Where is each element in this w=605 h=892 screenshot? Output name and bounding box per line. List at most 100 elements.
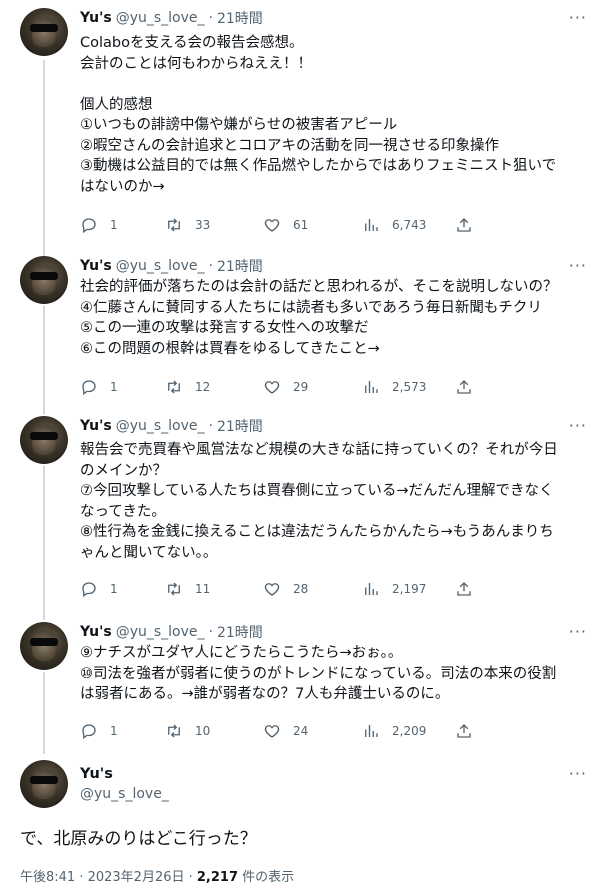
- tweet-timestamp[interactable]: 21時間: [217, 622, 263, 642]
- avatar[interactable]: [20, 416, 68, 464]
- tweet-actions: 1 12 29 2,573: [80, 377, 585, 397]
- more-options-icon[interactable]: ···: [569, 764, 587, 783]
- separator-dot: ·: [208, 418, 213, 434]
- views-button[interactable]: 2,209: [362, 722, 455, 740]
- like-button[interactable]: 29: [263, 378, 362, 396]
- analytics-icon: [365, 724, 378, 737]
- tweet[interactable]: ··· Yu's @yu_s_love_ · 21時間 ⑨ナチスがユダヤ人にどう…: [0, 622, 605, 741]
- views-label: 件の表示: [238, 870, 295, 885]
- views-button[interactable]: 2,573: [362, 378, 455, 396]
- user-handle[interactable]: @yu_s_love_: [80, 786, 169, 802]
- share-button[interactable]: [455, 216, 473, 234]
- display-name[interactable]: Yu's: [80, 10, 112, 26]
- avatar[interactable]: [20, 8, 68, 56]
- views-count: 2,209: [392, 723, 427, 738]
- share-icon: [457, 218, 471, 232]
- analytics-icon: [365, 583, 378, 595]
- more-options-icon[interactable]: ···: [569, 416, 587, 435]
- tweet-timestamp[interactable]: 21時間: [217, 8, 263, 28]
- views-button[interactable]: 6,743: [362, 216, 455, 234]
- tweet-text: 社会的評価が落ちたのは会計の話だと思われるが、そこを説明しないの？ ④仁藤さんに…: [80, 279, 558, 357]
- tweet-header: Yu's @yu_s_love_ · 21時間: [80, 622, 585, 642]
- tweet-header: Yu's @yu_s_love_ · 21時間: [80, 416, 585, 436]
- tweet[interactable]: ··· Yu's @yu_s_love_ · 21時間 Colaboを支える会の…: [0, 8, 605, 235]
- retweet-count: 10: [195, 723, 211, 738]
- tweet-timestamp[interactable]: 21時間: [217, 416, 263, 436]
- tweet[interactable]: ··· Yu's @yu_s_love_ · 21時間 報告会で売買春や風営法な…: [0, 416, 605, 599]
- more-options-icon[interactable]: ···: [569, 8, 587, 27]
- tweet-text: Colaboを支える会の報告会感想。 会計のことは何もわからねええ！！ 個人的感…: [80, 35, 557, 195]
- reply-button[interactable]: 1: [80, 722, 165, 740]
- avatar[interactable]: [20, 256, 68, 304]
- like-count: 29: [293, 380, 309, 394]
- focused-tweet: ··· Yu's @yu_s_love_ で、北原みのりはどこ行った？ 午後8:…: [0, 760, 605, 892]
- views-count: 2,217: [196, 870, 239, 885]
- reply-button[interactable]: 1: [80, 580, 165, 598]
- separator-dot: ·: [208, 10, 213, 26]
- reply-count: 1: [110, 380, 118, 394]
- views-count: 6,743: [392, 218, 427, 232]
- reply-icon: [82, 582, 96, 598]
- like-count: 28: [293, 582, 309, 596]
- user-handle[interactable]: @yu_s_love_: [116, 624, 205, 640]
- tweet-actions: 1 33 61 6,743: [80, 215, 585, 235]
- tweet-actions: 1 11 28 2,197: [80, 579, 585, 599]
- tweet-header: Yu's @yu_s_love_: [80, 766, 169, 802]
- like-button[interactable]: 61: [263, 216, 362, 234]
- reply-count: 1: [110, 723, 118, 738]
- retweet-icon: [168, 218, 180, 232]
- avatar[interactable]: [20, 760, 68, 808]
- views-count: 2,573: [392, 380, 427, 394]
- user-handle[interactable]: @yu_s_love_: [116, 10, 205, 26]
- tweet-thread: ··· Yu's @yu_s_love_ · 21時間 Colaboを支える会の…: [0, 0, 605, 892]
- tweet-text: 報告会で売買春や風営法など規模の大きな話に持っていくの？それが今日 のメインか？…: [80, 442, 558, 561]
- tweet-datetime[interactable]: 午後8:41 · 2023年2月26日 ·: [20, 870, 197, 885]
- reply-button[interactable]: 1: [80, 378, 165, 396]
- tweet[interactable]: ··· Yu's @yu_s_love_ · 21時間 社会的評価が落ちたのは会…: [0, 256, 605, 397]
- reply-count: 1: [110, 218, 118, 232]
- separator-dot: ·: [208, 258, 213, 274]
- share-button[interactable]: [455, 378, 473, 396]
- heart-icon: [264, 583, 280, 596]
- tweet-header: Yu's @yu_s_love_ · 21時間: [80, 8, 585, 28]
- reply-button[interactable]: 1: [80, 216, 165, 234]
- display-name[interactable]: Yu's: [80, 418, 112, 434]
- more-options-icon[interactable]: ···: [569, 622, 587, 641]
- retweet-icon: [168, 380, 180, 394]
- display-name[interactable]: Yu's: [80, 258, 112, 274]
- share-icon: [457, 582, 471, 596]
- retweet-button[interactable]: 11: [165, 580, 263, 598]
- reply-icon: [82, 723, 96, 739]
- share-icon: [457, 723, 471, 738]
- tweet-text: ⑨ナチスがユダヤ人にどうたらこうたら→おぉ。。 ⑩司法を強者が弱者に使うのがトレ…: [80, 645, 557, 702]
- share-button[interactable]: [455, 722, 473, 740]
- retweet-count: 12: [195, 380, 211, 394]
- display-name[interactable]: Yu's: [80, 624, 112, 640]
- user-handle[interactable]: @yu_s_love_: [116, 258, 205, 274]
- analytics-icon: [365, 381, 378, 393]
- more-options-icon[interactable]: ···: [569, 256, 587, 275]
- display-name[interactable]: Yu's: [80, 766, 169, 782]
- views-button[interactable]: 2,197: [362, 580, 455, 598]
- retweet-count: 33: [195, 218, 211, 232]
- tweet-timestamp[interactable]: 21時間: [217, 256, 263, 276]
- retweet-icon: [168, 724, 180, 737]
- like-button[interactable]: 24: [263, 722, 362, 740]
- retweet-button[interactable]: 12: [165, 378, 263, 396]
- reply-icon: [82, 218, 96, 234]
- share-icon: [457, 380, 471, 394]
- like-button[interactable]: 28: [263, 580, 362, 598]
- reply-count: 1: [110, 582, 118, 596]
- tweet-header: Yu's @yu_s_love_ · 21時間: [80, 256, 585, 276]
- heart-icon: [264, 219, 280, 232]
- heart-icon: [264, 724, 280, 738]
- avatar[interactable]: [20, 622, 68, 670]
- tweet-metadata: 午後8:41 · 2023年2月26日 · 2,217 件の表示: [20, 866, 294, 885]
- reply-icon: [82, 380, 96, 396]
- retweet-button[interactable]: 10: [165, 722, 263, 740]
- views-count: 2,197: [392, 582, 427, 596]
- retweet-button[interactable]: 33: [165, 216, 263, 234]
- user-handle[interactable]: @yu_s_love_: [116, 418, 205, 434]
- share-button[interactable]: [455, 580, 473, 598]
- like-count: 61: [293, 218, 309, 232]
